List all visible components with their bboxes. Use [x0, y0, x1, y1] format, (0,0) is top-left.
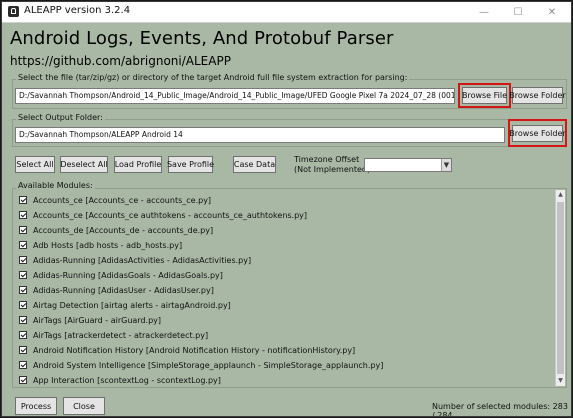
checkbox-checked-icon[interactable]: [19, 376, 27, 384]
checkbox-checked-icon[interactable]: [19, 361, 27, 369]
module-label: Airtag Detection [airtag alerts - airtag…: [33, 300, 231, 310]
module-label: Android System Intelligence [SimpleStora…: [33, 360, 384, 370]
checkbox-checked-icon[interactable]: [19, 196, 27, 204]
list-item[interactable]: Accounts_de [Accounts_de - accounts_de.p…: [19, 223, 213, 237]
module-label: Adb Hosts [adb hosts - adb_hosts.py]: [33, 240, 183, 250]
output-group-label: Select Output Folder:: [16, 113, 105, 122]
timezone-select[interactable]: ▼: [364, 158, 452, 172]
load-profile-button[interactable]: Load Profile: [114, 156, 162, 173]
list-item[interactable]: AirTags [AirGuard - airGuard.py]: [19, 313, 161, 327]
list-item[interactable]: Adidas-Running [AdidasActivities - Adida…: [19, 253, 251, 267]
module-label: Accounts_ce [Accounts_ce - accounts_ce.p…: [33, 195, 212, 205]
module-label: App Interaction [scontextLog - scontextL…: [33, 375, 221, 385]
chevron-down-icon[interactable]: ▼: [441, 159, 451, 171]
window-title: ALEAPP version 3.2.4: [24, 5, 131, 16]
module-label: Accounts_de [Accounts_de - accounts_de.p…: [33, 225, 214, 235]
modules-label: Available Modules:: [16, 181, 95, 190]
timezone-label: Timezone Offset (Not Implemented):: [294, 155, 373, 175]
browse-output-folder-highlight: [508, 119, 567, 147]
list-item[interactable]: AirTags [atrackerdetect - atrackerdetect…: [19, 328, 208, 342]
timezone-label-line1: Timezone Offset: [294, 155, 360, 164]
minimize-button[interactable]: —: [467, 2, 501, 22]
checkbox-checked-icon[interactable]: [19, 211, 27, 219]
process-button[interactable]: Process: [15, 397, 57, 415]
checkbox-checked-icon[interactable]: [19, 241, 27, 249]
browse-file-highlight: [458, 83, 511, 108]
module-label: Adidas-Running [AdidasUser - AdidasUser.…: [33, 285, 214, 295]
input-path-field[interactable]: D:/Savannah Thompson/Android_14_Public_I…: [15, 88, 455, 104]
list-item[interactable]: Airtag Detection [airtag alerts - airtag…: [19, 298, 231, 312]
checkbox-checked-icon[interactable]: [19, 271, 27, 279]
app-lock-icon: [8, 6, 19, 17]
module-label: Accounts_ce [Accounts_ce authtokens - ac…: [33, 210, 308, 220]
checkbox-checked-icon[interactable]: [19, 286, 27, 294]
scroll-up-icon[interactable]: ▲: [556, 190, 565, 200]
modules-scrollbar[interactable]: ▲ ▼: [555, 190, 565, 386]
title-bar: ALEAPP version 3.2.4 — ☐ ✕: [2, 2, 571, 23]
module-label: Android Notification History [Android No…: [33, 345, 356, 355]
project-url: https://github.com/abrignoni/ALEAPP: [10, 54, 231, 68]
save-profile-button[interactable]: Save Profile: [167, 156, 214, 173]
maximize-button[interactable]: ☐: [501, 2, 535, 22]
module-label: AirTags [AirGuard - airGuard.py]: [33, 315, 162, 325]
case-data-button[interactable]: Case Data: [233, 156, 276, 173]
checkbox-checked-icon[interactable]: [19, 301, 27, 309]
list-item[interactable]: Accounts_ce [Accounts_ce - accounts_ce.p…: [19, 193, 211, 207]
module-label: AirTags [atrackerdetect - atrackerdetect…: [33, 330, 209, 340]
checkbox-checked-icon[interactable]: [19, 331, 27, 339]
list-item[interactable]: Adidas-Running [AdidasUser - AdidasUser.…: [19, 283, 214, 297]
list-item[interactable]: App Interaction [scontextLog - scontextL…: [19, 373, 221, 387]
scroll-down-icon[interactable]: ▼: [556, 376, 565, 386]
app-heading: Android Logs, Events, And Protobuf Parse…: [10, 28, 394, 49]
timezone-label-line2: (Not Implemented):: [294, 165, 373, 174]
scrollbar-thumb[interactable]: [557, 202, 564, 374]
checkbox-checked-icon[interactable]: [19, 346, 27, 354]
module-label: Adidas-Running [AdidasGoals - AdidasGoal…: [33, 270, 223, 280]
close-window-button[interactable]: ✕: [535, 2, 569, 22]
list-item[interactable]: Adidas-Running [AdidasGoals - AdidasGoal…: [19, 268, 223, 282]
modules-list: Accounts_ce [Accounts_ce - accounts_ce.p…: [12, 188, 567, 388]
selected-modules-count: Number of selected modules: 283 / 284: [432, 402, 568, 417]
checkbox-checked-icon[interactable]: [19, 316, 27, 324]
list-item[interactable]: Android Notification History [Android No…: [19, 343, 355, 357]
browse-input-folder-button[interactable]: Browse Folder: [509, 87, 566, 104]
checkbox-checked-icon[interactable]: [19, 256, 27, 264]
list-item[interactable]: Accounts_ce [Accounts_ce authtokens - ac…: [19, 208, 307, 222]
list-item[interactable]: Adb Hosts [adb hosts - adb_hosts.py]: [19, 238, 182, 252]
list-item[interactable]: Android System Intelligence [SimpleStora…: [19, 358, 383, 372]
checkbox-checked-icon[interactable]: [19, 226, 27, 234]
deselect-all-button[interactable]: Deselect All: [60, 156, 108, 173]
output-path-field[interactable]: D:/Savannah Thompson/ALEAPP Android 14: [15, 127, 505, 143]
input-group-label: Select the file (tar/zip/gz) or director…: [16, 73, 410, 82]
app-window: ALEAPP version 3.2.4 — ☐ ✕ Android Logs,…: [1, 1, 572, 417]
select-all-button[interactable]: Select All: [15, 156, 55, 173]
close-button[interactable]: Close: [63, 397, 105, 415]
module-label: Adidas-Running [AdidasActivities - Adida…: [33, 255, 252, 265]
